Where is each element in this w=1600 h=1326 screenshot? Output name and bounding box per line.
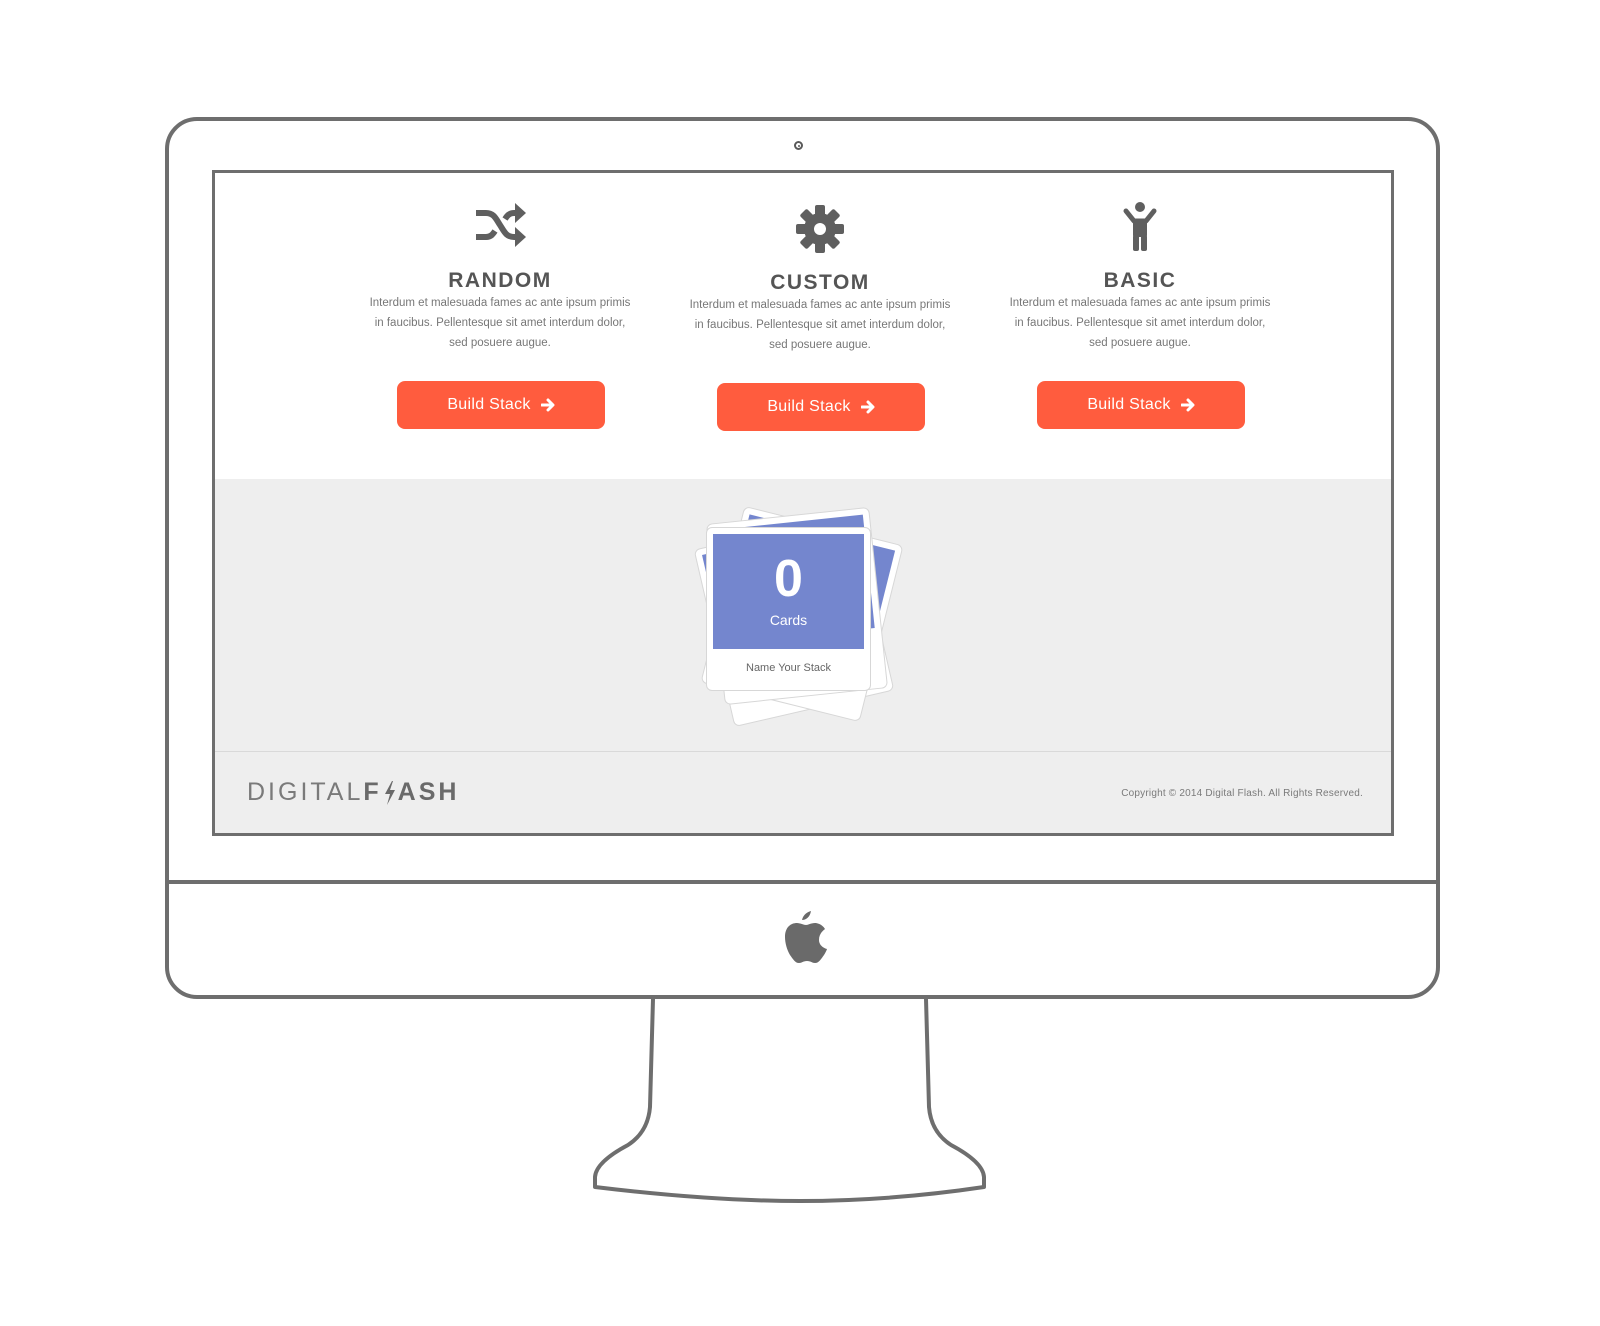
option-description: Interdum et malesuada fames ac ante ipsu… (345, 293, 655, 353)
arrow-right-icon (540, 398, 555, 412)
brand-letter: F (363, 778, 382, 806)
option-description: Interdum et malesuada fames ac ante ipsu… (985, 293, 1295, 353)
option-description: Interdum et malesuada fames ac ante ipsu… (665, 295, 975, 355)
footer: DIGITAL F ASH Copyright © 2014 Digital F… (215, 751, 1391, 833)
option-title: BASIC (1103, 269, 1177, 292)
stack-preview-area: 0 Cards Name Your Stack (215, 479, 1391, 751)
description-line: Interdum et malesuada fames ac ante ipsu… (369, 297, 631, 309)
brand-text-bold: F ASH (363, 778, 459, 807)
description-line: sed posuere augue. (1089, 337, 1191, 349)
stack-type-options: RANDOM Interdum et malesuada fames ac an… (215, 173, 1391, 479)
description-line: in faucibus. Pellentesque sit amet inter… (1014, 317, 1266, 329)
person-icon (1123, 202, 1157, 251)
description-line: in faucibus. Pellentesque sit amet inter… (374, 317, 626, 329)
camera-icon (794, 141, 803, 150)
build-stack-button-basic[interactable]: Build Stack (1037, 381, 1245, 429)
arrow-right-icon (860, 400, 875, 414)
monitor-chin-divider (165, 880, 1440, 884)
brand-logo[interactable]: DIGITAL F ASH (247, 778, 459, 807)
brand-text-light: DIGITAL (247, 778, 364, 806)
monitor-stand (593, 998, 986, 1203)
option-random: RANDOM Interdum et malesuada fames ac an… (335, 173, 665, 473)
description-line: Interdum et malesuada fames ac ante ipsu… (689, 299, 951, 311)
option-basic: BASIC Interdum et malesuada fames ac ant… (975, 173, 1305, 473)
gear-icon (796, 205, 844, 253)
copyright-text: Copyright © 2014 Digital Flash. All Righ… (1121, 788, 1363, 799)
card-count-label: Cards (769, 612, 808, 628)
button-label: Build Stack (767, 398, 851, 415)
button-label: Build Stack (1087, 396, 1171, 413)
stack-card[interactable]: 0 Cards Name Your Stack (706, 527, 871, 691)
apple-logo-icon (785, 911, 827, 963)
stack-name-field[interactable]: Name Your Stack (707, 662, 870, 674)
lightning-bolt-icon (384, 780, 395, 805)
description-line: in faucibus. Pellentesque sit amet inter… (694, 319, 946, 331)
build-stack-button-random[interactable]: Build Stack (397, 381, 605, 429)
arrow-right-icon (1180, 398, 1195, 412)
build-stack-button-custom[interactable]: Build Stack (717, 383, 925, 431)
option-title: RANDOM (448, 269, 552, 292)
brand-letters: ASH (397, 778, 460, 806)
description-line: sed posuere augue. (769, 339, 871, 351)
shuffle-icon (476, 203, 526, 247)
description-line: Interdum et malesuada fames ac ante ipsu… (1009, 297, 1271, 309)
option-title: CUSTOM (770, 271, 870, 294)
card-face: 0 Cards (713, 534, 864, 649)
button-label: Build Stack (447, 396, 531, 413)
option-custom: CUSTOM Interdum et malesuada fames ac an… (655, 173, 985, 473)
description-line: sed posuere augue. (449, 337, 551, 349)
screen: RANDOM Interdum et malesuada fames ac an… (212, 170, 1394, 836)
card-count: 0 (774, 550, 803, 608)
